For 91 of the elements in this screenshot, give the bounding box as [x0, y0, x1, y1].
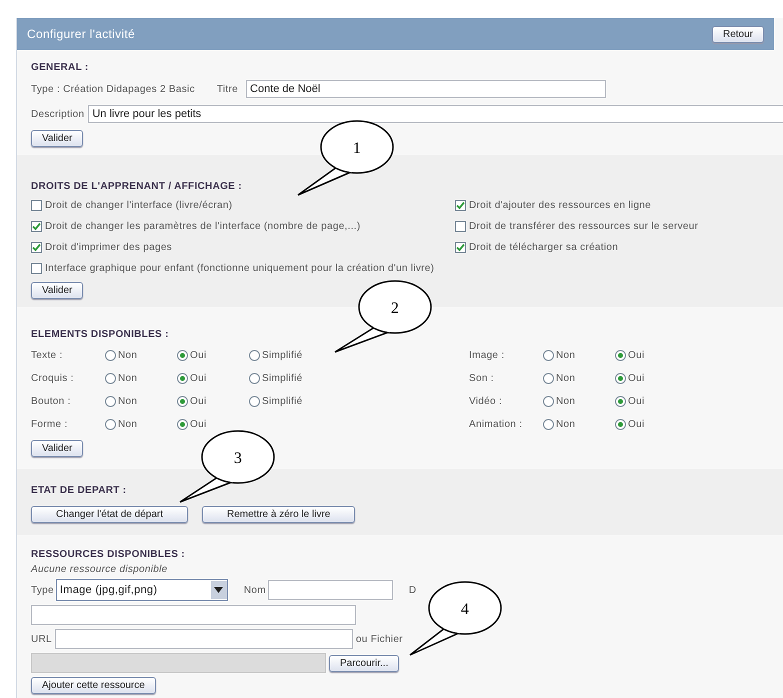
checkbox[interactable]	[31, 263, 42, 274]
element-label: Image :	[469, 350, 506, 361]
radio-label: Non	[118, 373, 138, 384]
radio-button[interactable]	[105, 373, 116, 384]
radio-button[interactable]	[615, 396, 626, 407]
type-text: Type : Création Didapages 2 Basic	[31, 84, 195, 94]
checkbox-label: Droit de transférer des ressources sur le serveur	[469, 221, 698, 232]
element-label: Texte :	[31, 350, 64, 361]
action-button[interactable]: Changer l'état de départ	[31, 506, 188, 523]
url-field[interactable]	[54, 629, 353, 649]
caret-icon	[210, 581, 227, 599]
radio-label: Oui	[190, 419, 206, 430]
submit-button[interactable]: Valider	[31, 282, 84, 299]
input-field[interactable]	[31, 605, 356, 625]
radio-button[interactable]	[249, 373, 260, 384]
radio-label: Oui	[190, 373, 206, 384]
checkbox-label: Droit de changer les paramètres de l'interface (nombre de page,...)	[45, 221, 360, 232]
radio-label: Non	[556, 396, 576, 407]
radio-label: Simplifié	[262, 350, 302, 361]
element-label: Forme :	[31, 419, 69, 430]
section-heading: GENERAL :	[31, 62, 90, 73]
checkbox[interactable]	[455, 200, 466, 211]
radio-label: Non	[556, 350, 576, 361]
checkbox-label: Droit d'imprimer des pages	[45, 242, 172, 253]
radio-button[interactable]	[105, 396, 116, 407]
checkbox[interactable]	[455, 221, 466, 232]
field-label: D	[408, 584, 416, 596]
radio-button[interactable]	[105, 419, 116, 430]
section-heading: RESSOURCES DISPONIBLES :	[31, 549, 186, 560]
checkbox[interactable]	[31, 242, 42, 253]
empty-note: Aucune ressource disponible	[31, 564, 169, 575]
radio-button[interactable]	[615, 350, 626, 361]
browse-button[interactable]: Parcourir...	[329, 654, 400, 672]
section-heading: ETAT DE DEPART :	[31, 485, 128, 496]
radio-button[interactable]	[543, 419, 554, 430]
type-label: Type	[31, 584, 54, 596]
add-button[interactable]: Ajouter cette ressource	[31, 677, 156, 694]
description-label: Description	[31, 108, 84, 120]
radio-button[interactable]	[543, 350, 554, 361]
radio-label: Oui	[190, 350, 206, 361]
element-label: Bouton :	[31, 396, 72, 407]
checkbox[interactable]	[31, 200, 42, 211]
url-label: URL	[31, 634, 52, 644]
submit-button[interactable]: Valider	[31, 130, 84, 147]
radio-button[interactable]	[249, 396, 260, 407]
back-button[interactable]: Retour	[712, 26, 764, 42]
radio-label: Non	[118, 419, 138, 430]
radio-button[interactable]	[543, 396, 554, 407]
title-field[interactable]: Conte de Noël	[246, 80, 606, 98]
action-button[interactable]: Remettre à zéro le livre	[202, 506, 356, 523]
section-heading: DROITS DE L'APPRENANT / AFFICHAGE :	[31, 181, 243, 192]
file-field[interactable]	[31, 653, 326, 673]
radio-button[interactable]	[177, 373, 188, 384]
type-select[interactable]: Image (jpg,gif,png)	[56, 579, 228, 601]
radio-label: Oui	[628, 396, 644, 407]
radio-button[interactable]	[615, 419, 626, 430]
radio-label: Non	[118, 350, 138, 361]
radio-label: Simplifié	[262, 373, 302, 384]
element-label: Son :	[469, 373, 495, 384]
radio-label: Non	[118, 396, 138, 407]
checkbox[interactable]	[31, 221, 42, 232]
radio-button[interactable]	[105, 350, 116, 361]
name-field[interactable]	[268, 580, 393, 600]
checkbox-label: Droit de télécharger sa création	[469, 242, 618, 253]
radio-label: Oui	[628, 350, 644, 361]
element-label: Vidéo :	[469, 396, 504, 407]
description-field[interactable]: Un livre pour les petits	[88, 105, 783, 123]
radio-label: Non	[556, 419, 576, 430]
file-label: ou Fichier	[356, 634, 403, 644]
submit-button[interactable]: Valider	[31, 440, 84, 457]
title-label: Titre	[216, 84, 238, 94]
element-label: Animation :	[469, 419, 524, 430]
radio-button[interactable]	[177, 350, 188, 361]
radio-button[interactable]	[177, 396, 188, 407]
checkbox-label: Droit d'ajouter des ressources en ligne	[469, 200, 652, 211]
name-label: Nom	[244, 584, 266, 596]
element-label: Croquis :	[31, 373, 75, 384]
radio-label: Non	[556, 373, 576, 384]
checkbox[interactable]	[455, 242, 466, 253]
section-heading: ELEMENTS DISPONIBLES :	[31, 329, 170, 340]
radio-label: Simplifié	[262, 396, 302, 407]
radio-button[interactable]	[249, 350, 260, 361]
radio-button[interactable]	[177, 419, 188, 430]
checkbox-label: Interface graphique pour enfant (fonctionne uniquement pour la création d'un livre)	[45, 263, 434, 274]
checkbox-label: Droit de changer l'interface (livre/écran)	[45, 200, 232, 211]
radio-label: Oui	[190, 396, 206, 407]
page-title: Configurer l'activité	[27, 27, 135, 41]
radio-button[interactable]	[615, 373, 626, 384]
radio-button[interactable]	[543, 373, 554, 384]
radio-label: Oui	[628, 373, 644, 384]
radio-label: Oui	[628, 419, 644, 430]
